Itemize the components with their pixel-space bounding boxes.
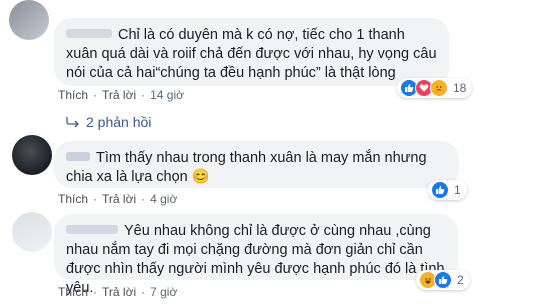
separator: · <box>93 285 98 299</box>
comment-bubble: Tìm thấy nhau trong thanh xuân là may mắ… <box>54 141 459 188</box>
reaction-summary[interactable]: 1 <box>428 180 467 200</box>
timestamp[interactable]: 14 giờ <box>150 88 184 102</box>
view-replies-link[interactable]: 2 phản hồi <box>66 114 151 130</box>
separator: · <box>93 192 98 206</box>
like-link[interactable]: Thích <box>58 192 88 206</box>
timestamp[interactable]: 7 giờ <box>150 285 177 299</box>
author-name[interactable] <box>66 28 112 38</box>
reaction-count: 18 <box>453 81 467 95</box>
avatar[interactable] <box>9 0 49 40</box>
avatar[interactable] <box>12 135 52 175</box>
reply-link[interactable]: Trả lời <box>102 285 136 299</box>
separator: · <box>141 285 146 299</box>
like-icon <box>434 271 452 289</box>
reaction-count: 1 <box>454 183 461 197</box>
replies-count-text: 2 phản hồi <box>86 114 152 130</box>
avatar[interactable] <box>12 212 52 252</box>
reaction-summary[interactable]: 2 <box>416 270 470 290</box>
reaction-summary[interactable]: 18 <box>397 78 473 98</box>
comment-text: Tìm thấy nhau trong thanh xuân là may mắ… <box>66 150 427 185</box>
like-icon <box>431 181 449 199</box>
separator: · <box>141 88 146 102</box>
reply-link[interactable]: Trả lời <box>102 88 136 102</box>
comment-bubble: Chỉ là có duyên mà k có nợ, tiếc cho 1 t… <box>54 18 449 86</box>
comment-text: Chỉ là có duyên mà k có nợ, tiếc cho 1 t… <box>66 27 437 81</box>
comment-actions: Thích · Trả lời · 7 giờ <box>58 285 177 299</box>
reaction-count: 2 <box>457 273 464 287</box>
like-link[interactable]: Thích <box>58 88 88 102</box>
separator: · <box>141 192 146 206</box>
comment-actions: Thích · Trả lời · 14 giờ <box>58 88 184 102</box>
timestamp[interactable]: 4 giờ <box>150 192 177 206</box>
author-name[interactable] <box>66 151 90 161</box>
comment-bubble: Yêu nhau không chỉ là được ở cùng nhau ,… <box>54 214 458 296</box>
reply-arrow-icon <box>66 117 79 128</box>
comment-actions: Thích · Trả lời · 4 giờ <box>58 192 177 206</box>
sad-icon <box>430 79 448 97</box>
reply-link[interactable]: Trả lời <box>102 192 136 206</box>
like-link[interactable]: Thích <box>58 285 88 299</box>
separator: · <box>93 88 98 102</box>
author-name[interactable] <box>66 224 118 234</box>
